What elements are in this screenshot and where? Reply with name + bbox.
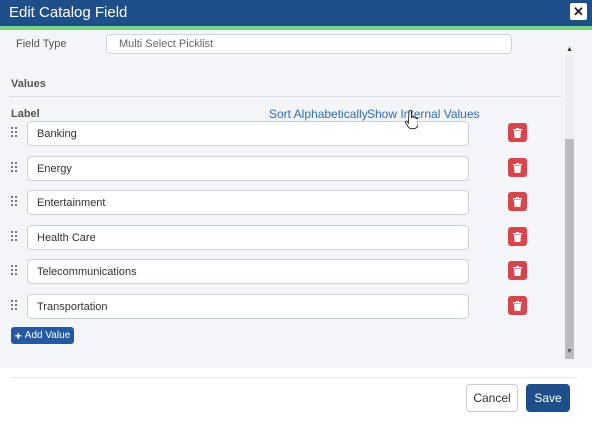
trash-icon xyxy=(513,265,522,276)
delete-value-button[interactable] xyxy=(508,227,527,246)
cancel-button[interactable]: Cancel xyxy=(466,384,518,412)
delete-value-button[interactable] xyxy=(508,261,527,280)
values-heading: Values xyxy=(11,78,46,90)
field-type-row: Field Type Multi Select Picklist xyxy=(0,30,560,56)
value-row xyxy=(0,225,560,251)
label-column-header: Label xyxy=(11,108,40,120)
drag-handle-icon[interactable] xyxy=(11,265,19,278)
dialog-title: Edit Catalog Field xyxy=(9,4,128,21)
drag-handle-icon[interactable] xyxy=(11,231,19,244)
vertical-scrollbar[interactable]: ▲ ▼ xyxy=(563,45,575,359)
value-row xyxy=(0,121,560,147)
scroll-thumb[interactable] xyxy=(565,139,574,359)
scroll-up-arrow-icon[interactable]: ▲ xyxy=(565,45,574,54)
sort-alphabetically-link[interactable]: Sort Alphabetically xyxy=(269,107,368,121)
value-input[interactable] xyxy=(27,121,469,146)
delete-value-button[interactable] xyxy=(508,296,527,315)
save-button[interactable]: Save xyxy=(526,384,570,412)
drag-handle-icon[interactable] xyxy=(11,127,19,140)
trash-icon xyxy=(513,127,522,138)
delete-value-button[interactable] xyxy=(508,192,527,211)
value-row xyxy=(0,259,560,285)
scroll-down-arrow-icon[interactable]: ▼ xyxy=(565,347,574,356)
value-row xyxy=(0,156,560,182)
drag-handle-icon[interactable] xyxy=(11,300,19,313)
footer-divider xyxy=(10,377,577,378)
dialog-body: Field Type Multi Select Picklist Values … xyxy=(0,30,592,368)
trash-icon xyxy=(513,231,522,242)
value-input[interactable] xyxy=(27,225,469,250)
add-value-label: Add Value xyxy=(24,330,71,341)
value-input[interactable] xyxy=(27,259,469,284)
trash-icon xyxy=(513,300,522,311)
trash-icon xyxy=(513,196,522,207)
dialog-titlebar: Edit Catalog Field ✕ xyxy=(0,0,592,26)
value-input[interactable] xyxy=(27,294,469,319)
trash-icon xyxy=(513,162,522,173)
add-value-button[interactable]: + Add Value xyxy=(11,327,74,344)
value-row xyxy=(0,190,560,216)
hand-pointer-cursor-icon xyxy=(404,110,418,130)
drag-handle-icon[interactable] xyxy=(11,162,19,175)
value-input[interactable] xyxy=(27,190,469,215)
value-row xyxy=(0,294,560,320)
field-type-label: Field Type xyxy=(16,38,67,50)
field-type-select[interactable]: Multi Select Picklist xyxy=(106,34,512,54)
plus-icon: + xyxy=(14,328,22,343)
section-divider xyxy=(9,96,562,97)
delete-value-button[interactable] xyxy=(508,123,527,142)
drag-handle-icon[interactable] xyxy=(11,196,19,209)
close-button[interactable]: ✕ xyxy=(570,3,587,20)
close-icon: ✕ xyxy=(573,3,584,19)
show-internal-values-link[interactable]: Show Internal Values xyxy=(367,107,480,121)
value-input[interactable] xyxy=(27,156,469,181)
field-type-value: Multi Select Picklist xyxy=(119,38,214,50)
delete-value-button[interactable] xyxy=(508,158,527,177)
